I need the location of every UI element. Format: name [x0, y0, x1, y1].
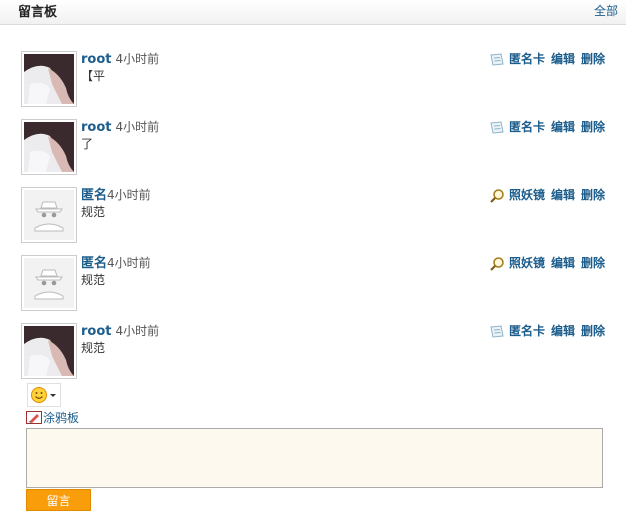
comment-username[interactable]: 匿名: [81, 188, 107, 203]
user-photo-icon: [24, 122, 74, 172]
comment-username[interactable]: root: [81, 324, 112, 339]
comment-item: root 4小时前 规范 匿名卡 编辑 删除: [21, 323, 621, 379]
comment-item: root 4小时前 【平 匿名卡 编辑 删除: [21, 51, 621, 107]
submit-message-button[interactable]: 留言: [26, 489, 91, 511]
anonymous-avatar-icon: [24, 190, 74, 240]
anonymous-card-link[interactable]: 匿名卡: [509, 51, 545, 68]
avatar[interactable]: [21, 119, 77, 175]
comment-username[interactable]: 匿名: [81, 256, 107, 271]
comment-username[interactable]: root: [81, 120, 112, 135]
comment-time: 4小时前: [107, 256, 151, 270]
anonymous-card-link[interactable]: 匿名卡: [509, 323, 545, 340]
user-photo-icon: [24, 326, 74, 376]
comment-meta: 匿名4小时前: [81, 187, 151, 204]
smiley-icon: [31, 387, 56, 403]
card-icon[interactable]: [489, 120, 505, 136]
board-title: 留言板: [18, 5, 58, 20]
comment-text: 规范: [81, 205, 106, 219]
comment-actions: 匿名卡 编辑 删除: [489, 51, 605, 68]
comment-actions: 照妖镜 编辑 删除: [489, 187, 605, 204]
magnifier-icon[interactable]: [489, 256, 505, 272]
delete-link[interactable]: 删除: [581, 51, 605, 68]
anonymous-avatar-icon: [24, 258, 74, 308]
edit-link[interactable]: 编辑: [551, 323, 575, 340]
comment-text: 【平: [81, 69, 106, 83]
delete-link[interactable]: 删除: [581, 119, 605, 136]
delete-link[interactable]: 删除: [581, 323, 605, 340]
card-icon[interactable]: [489, 52, 505, 68]
comment-item: 匿名4小时前 规范 照妖镜 编辑 删除: [21, 187, 621, 243]
comment-meta: root 4小时前: [81, 119, 159, 136]
doodle-icon: [26, 410, 42, 424]
magic-mirror-link[interactable]: 照妖镜: [509, 255, 545, 272]
comment-text: 规范: [81, 341, 106, 355]
message-textarea[interactable]: [26, 428, 603, 488]
comment-item: 匿名4小时前 规范 照妖镜 编辑 删除: [21, 255, 621, 311]
comment-actions: 匿名卡 编辑 删除: [489, 119, 605, 136]
comment-meta: root 4小时前: [81, 51, 159, 68]
delete-link[interactable]: 删除: [581, 255, 605, 272]
edit-link[interactable]: 编辑: [551, 119, 575, 136]
comment-item: root 4小时前 了 匿名卡 编辑 删除: [21, 119, 621, 175]
board-header: 留言板 全部: [0, 0, 626, 25]
comment-actions: 照妖镜 编辑 删除: [489, 255, 605, 272]
comment-time: 4小时前: [115, 120, 160, 134]
avatar[interactable]: [21, 323, 77, 379]
card-icon[interactable]: [489, 324, 505, 340]
delete-link[interactable]: 删除: [581, 187, 605, 204]
comment-text: 了: [81, 137, 94, 151]
edit-link[interactable]: 编辑: [551, 187, 575, 204]
emoji-picker-button[interactable]: [27, 383, 61, 407]
comment-time: 4小时前: [107, 188, 151, 202]
all-link[interactable]: 全部: [594, 2, 618, 19]
comment-time: 4小时前: [115, 52, 160, 66]
magnifier-icon[interactable]: [489, 188, 505, 204]
magic-mirror-link[interactable]: 照妖镜: [509, 187, 545, 204]
comment-meta: 匿名4小时前: [81, 255, 151, 272]
anonymous-card-link[interactable]: 匿名卡: [509, 119, 545, 136]
comment-meta: root 4小时前: [81, 323, 159, 340]
user-photo-icon: [24, 54, 74, 104]
edit-link[interactable]: 编辑: [551, 255, 575, 272]
edit-link[interactable]: 编辑: [551, 51, 575, 68]
comment-username[interactable]: root: [81, 52, 112, 67]
chevron-down-icon: [50, 394, 56, 397]
avatar[interactable]: [21, 51, 77, 107]
comment-time: 4小时前: [115, 324, 160, 338]
avatar[interactable]: [21, 255, 77, 311]
doodle-link[interactable]: 涂鸦板: [43, 409, 79, 426]
doodle-board: 涂鸦板: [26, 409, 79, 426]
comment-actions: 匿名卡 编辑 删除: [489, 323, 605, 340]
avatar[interactable]: [21, 187, 77, 243]
comment-text: 规范: [81, 273, 106, 287]
